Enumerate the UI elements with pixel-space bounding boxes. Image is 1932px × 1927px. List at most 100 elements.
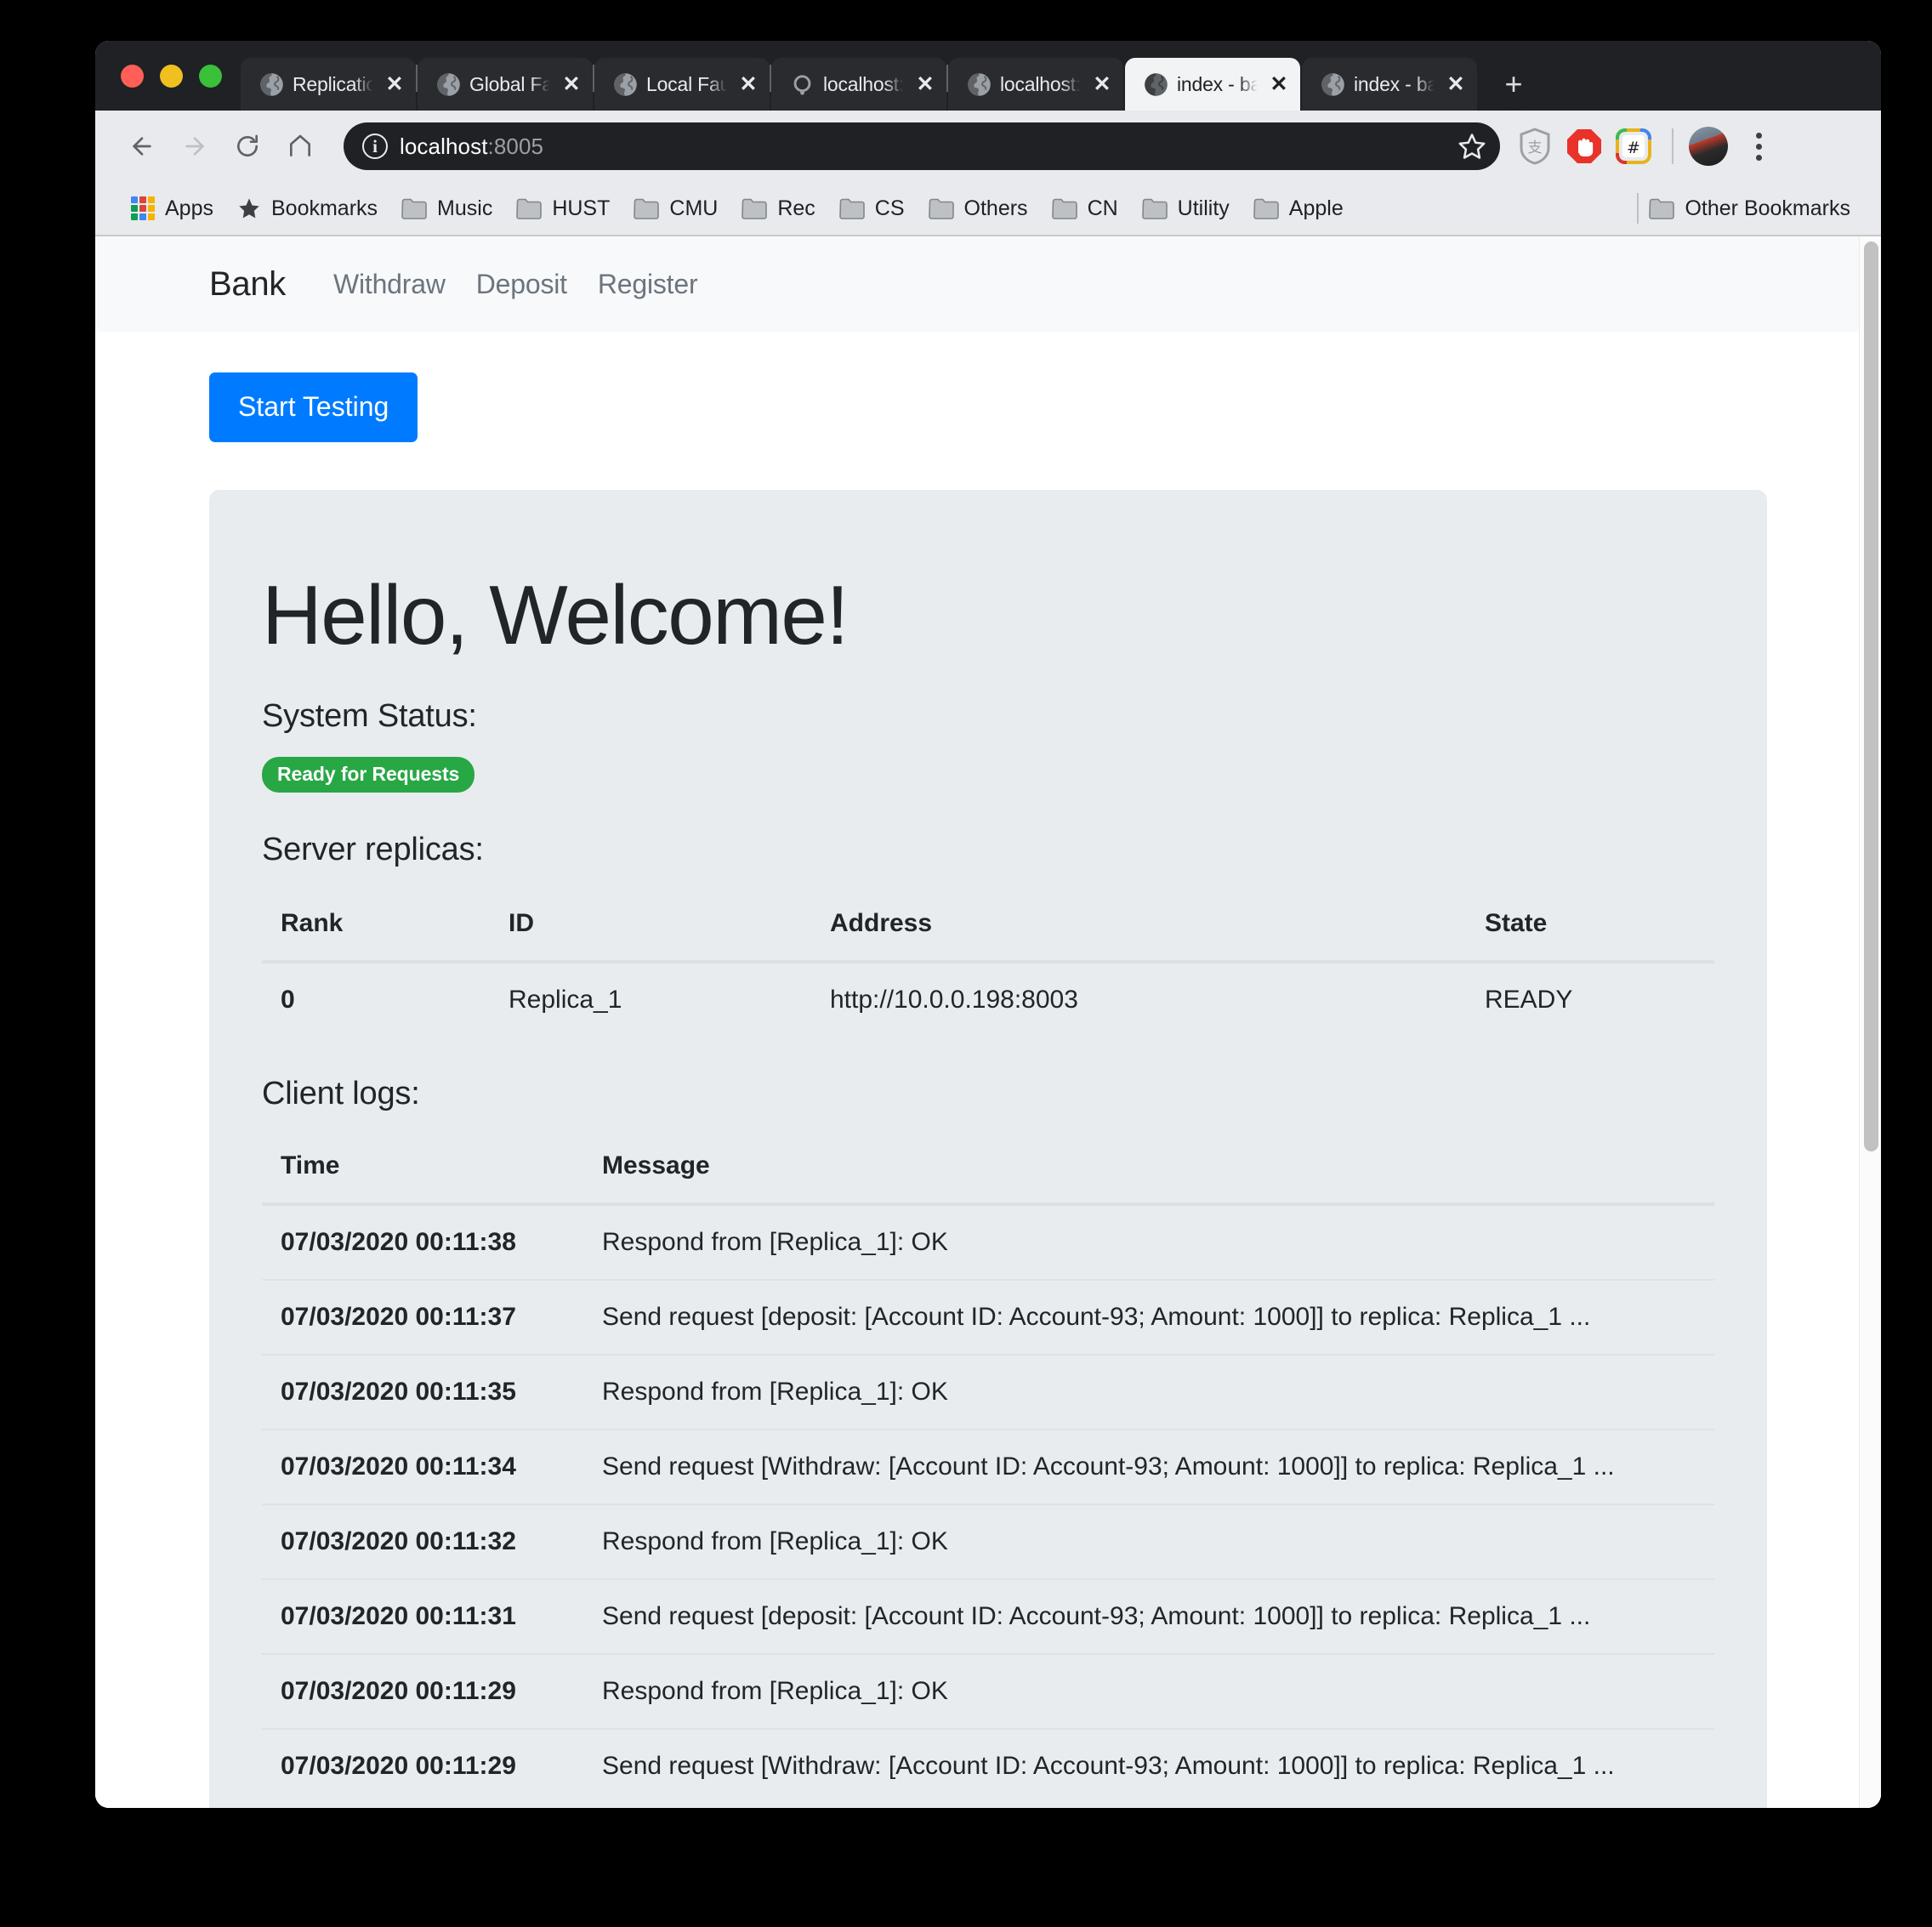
bookmark-item-utility[interactable]: Utility bbox=[1130, 191, 1242, 226]
back-arrow-icon[interactable] bbox=[117, 122, 167, 171]
star-icon bbox=[239, 198, 259, 219]
close-window-button[interactable] bbox=[121, 64, 144, 88]
bookmark-label: Music bbox=[437, 196, 493, 220]
client-logs-label: Client logs: bbox=[262, 1075, 420, 1111]
column-header: Rank bbox=[262, 886, 490, 963]
tab-close-icon[interactable]: ✕ bbox=[1266, 71, 1292, 97]
hash-note-icon[interactable]: # bbox=[1611, 123, 1656, 169]
column-header: ID bbox=[490, 886, 811, 963]
browser-tab[interactable]: localhost:8 ✕ bbox=[771, 58, 946, 111]
replica-header-row: Rank ID Address State bbox=[262, 886, 1714, 963]
server-replicas-label: Server replicas: bbox=[262, 831, 484, 867]
folder-icon bbox=[838, 198, 865, 219]
bookmark-item-music[interactable]: Music bbox=[389, 191, 504, 226]
table-cell: Send request [Withdraw: [Account ID: Acc… bbox=[583, 1428, 1714, 1504]
nav-link-withdraw[interactable]: Withdraw bbox=[318, 269, 461, 300]
scrollbar-thumb[interactable] bbox=[1864, 242, 1878, 1151]
svg-text:#: # bbox=[1627, 139, 1640, 157]
url-text: localhost:8005 bbox=[400, 134, 543, 160]
vertical-scrollbar[interactable] bbox=[1859, 236, 1881, 1808]
loading-icon bbox=[790, 72, 815, 97]
bookmark-item-rec[interactable]: Rec bbox=[730, 191, 827, 226]
tab-close-icon[interactable]: ✕ bbox=[912, 71, 938, 97]
navbar-brand[interactable]: Bank bbox=[209, 265, 286, 304]
table-row: 07/03/2020 00:11:31 Send request [deposit… bbox=[262, 1577, 1714, 1654]
bookmark-item-cmu[interactable]: CMU bbox=[622, 191, 730, 226]
table-cell: READY bbox=[1485, 985, 1573, 1014]
system-status-label: System Status: bbox=[262, 697, 477, 734]
tab-close-icon[interactable]: ✕ bbox=[1443, 71, 1469, 97]
folder-icon bbox=[401, 198, 427, 219]
bookmark-item-apple[interactable]: Apple bbox=[1242, 191, 1355, 226]
column-header: Time bbox=[262, 1128, 583, 1206]
status-badge: Ready for Requests bbox=[262, 756, 475, 793]
globe-icon bbox=[1144, 72, 1168, 97]
table-cell: Respond from [Replica_1]: OK bbox=[583, 1652, 1714, 1729]
url-host: localhost bbox=[400, 133, 488, 159]
table-row: 07/03/2020 00:11:38 Respond from [Replica… bbox=[262, 1204, 1714, 1280]
other-bookmarks-label: Other Bookmarks bbox=[1685, 196, 1850, 220]
browser-tab[interactable]: Replication ✕ bbox=[241, 58, 416, 111]
bookmark-label: HUST bbox=[552, 196, 611, 220]
bookmark-item-cs[interactable]: CS bbox=[827, 191, 917, 226]
start-testing-button[interactable]: Start Testing bbox=[209, 372, 418, 442]
table-cell: 07/03/2020 00:11:32 bbox=[262, 1503, 583, 1579]
folder-icon bbox=[516, 198, 543, 219]
table-cell: Respond from [Replica_1]: OK bbox=[583, 1353, 1714, 1430]
bookmark-item-bookmarks[interactable]: Bookmarks bbox=[225, 191, 389, 226]
tab-close-icon[interactable]: ✕ bbox=[559, 71, 584, 97]
logs-table-head: Time Message bbox=[262, 1128, 1714, 1206]
minimize-window-button[interactable] bbox=[160, 64, 183, 88]
bookmark-item-cn[interactable]: CN bbox=[1040, 191, 1130, 226]
server-replicas-table: Rank ID Address State 0 Replica_1 http://10.0… bbox=[262, 886, 1714, 1037]
other-bookmarks-button[interactable]: Other Bookmarks bbox=[1649, 191, 1862, 226]
adblock-stop-icon[interactable] bbox=[1561, 123, 1607, 169]
three-dot-menu-icon[interactable] bbox=[1738, 122, 1779, 171]
table-cell: 07/03/2020 00:11:37 bbox=[262, 1278, 583, 1355]
browser-tab-active[interactable]: index - bank ✕ bbox=[1125, 58, 1300, 111]
logs-table-body: 07/03/2020 00:11:38 Respond from [Replica… bbox=[262, 1204, 1714, 1803]
column-header: State bbox=[1466, 886, 1714, 963]
globe-icon bbox=[259, 72, 284, 97]
nav-link-deposit[interactable]: Deposit bbox=[461, 269, 582, 300]
table-cell: Respond from [Replica_1]: OK bbox=[583, 1503, 1714, 1579]
jumbotron: Hello, Welcome! System Status: Ready for… bbox=[209, 490, 1767, 1808]
bookmark-item-hust[interactable]: HUST bbox=[504, 191, 622, 226]
bookmark-label: Utility bbox=[1177, 196, 1230, 220]
tab-title: Local Fault bbox=[646, 72, 727, 95]
alipay-shield-icon[interactable]: 支 bbox=[1512, 123, 1558, 169]
address-bar[interactable]: i localhost:8005 bbox=[344, 122, 1500, 170]
site-navbar: Bank Withdraw Deposit Register bbox=[95, 236, 1881, 332]
browser-tab[interactable]: Global Fault ✕ bbox=[418, 58, 593, 111]
new-tab-button[interactable]: + bbox=[1489, 60, 1538, 109]
tab-close-icon[interactable]: ✕ bbox=[1089, 71, 1115, 97]
bookmarks-container: Apps Bookmarks Music HUST CMU Rec CS Others CN Ut… bbox=[119, 191, 1355, 226]
browser-tab[interactable]: Local Fault ✕ bbox=[594, 58, 770, 111]
maximize-window-button[interactable] bbox=[199, 64, 222, 88]
svg-text:支: 支 bbox=[1528, 139, 1543, 156]
site-info-icon[interactable]: i bbox=[362, 134, 388, 159]
browser-tab[interactable]: index - bank ✕ bbox=[1302, 58, 1477, 111]
table-cell: 07/03/2020 00:11:31 bbox=[262, 1577, 583, 1654]
bookmark-other-bookmarks[interactable]: Other Bookmarks bbox=[1637, 191, 1862, 226]
url-path: :8005 bbox=[487, 133, 544, 159]
column-header: Message bbox=[583, 1128, 1714, 1206]
bookmark-star-icon[interactable] bbox=[1458, 132, 1486, 161]
table-cell: Send request [Withdraw: [Account ID: Acc… bbox=[583, 1727, 1714, 1803]
bookmark-label: CS bbox=[874, 196, 905, 220]
home-icon[interactable] bbox=[276, 122, 325, 171]
table-row: 07/03/2020 00:11:34 Send request [Withdra… bbox=[262, 1428, 1714, 1504]
bookmark-label: Rec bbox=[777, 196, 815, 220]
page-viewport: Bank Withdraw Deposit Register Start Tes… bbox=[95, 235, 1881, 1808]
nav-link-register[interactable]: Register bbox=[582, 269, 713, 300]
table-cell: Respond from [Replica_1]: OK bbox=[602, 1227, 948, 1256]
forward-arrow-icon[interactable] bbox=[170, 122, 219, 171]
bookmark-item-others[interactable]: Others bbox=[917, 191, 1040, 226]
tab-close-icon[interactable]: ✕ bbox=[736, 71, 761, 97]
tab-close-icon[interactable]: ✕ bbox=[382, 71, 407, 97]
reload-icon[interactable] bbox=[223, 122, 272, 171]
logs-header-row: Time Message bbox=[262, 1128, 1714, 1206]
browser-tab[interactable]: localhost:8 ✕ bbox=[948, 58, 1123, 111]
bookmark-item-apps[interactable]: Apps bbox=[119, 191, 225, 226]
profile-avatar[interactable] bbox=[1689, 127, 1728, 166]
